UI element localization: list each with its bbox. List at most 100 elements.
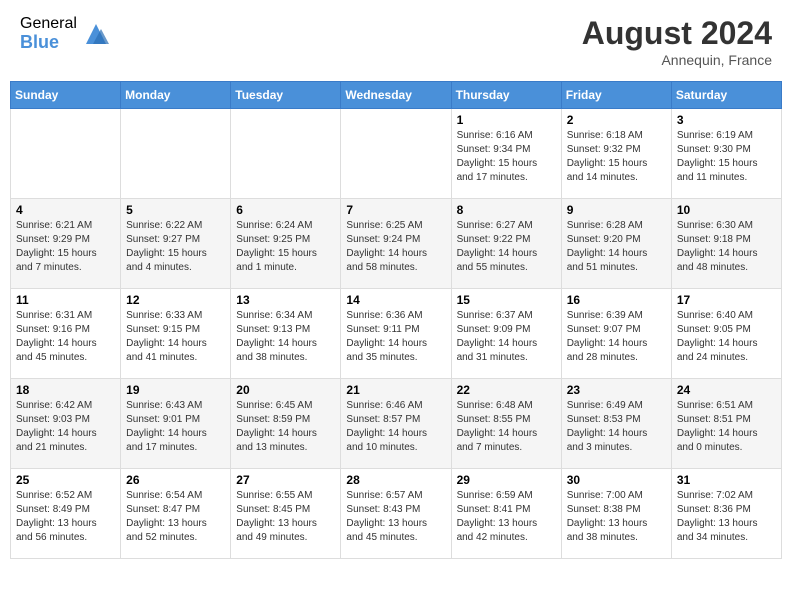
day-number: 30 [567, 473, 666, 487]
week-row-3: 11 Sunrise: 6:31 AMSunset: 9:16 PMDayligh… [11, 289, 782, 379]
day-number: 1 [457, 113, 556, 127]
logo-text: General Blue [20, 15, 77, 52]
day-number: 25 [16, 473, 115, 487]
calendar-cell: 31 Sunrise: 7:02 AMSunset: 8:36 PMDayligh… [671, 469, 781, 559]
calendar-cell: 14Sunrise: 6:36 AMSunset: 9:11 PMDayligh… [341, 289, 451, 379]
day-number: 5 [126, 203, 225, 217]
day-info: Sunrise: 6:55 AMSunset: 8:45 PMDaylight:… [236, 489, 335, 545]
calendar-cell: 25 Sunrise: 6:52 AMSunset: 8:49 PMDayligh… [11, 469, 121, 559]
month-year: August 2024 [582, 15, 772, 52]
calendar-body: 1 Sunrise: 6:16 AMSunset: 9:34 PMDaylight… [11, 109, 782, 559]
day-info: Sunrise: 6:28 AMSunset: 9:20 PMDaylight:… [567, 219, 666, 275]
day-info: Sunrise: 6:27 AMSunset: 9:22 PMDaylight:… [457, 219, 556, 275]
day-info: Sunrise: 6:42 AMSunset: 9:03 PMDaylight:… [16, 399, 115, 455]
day-info: Sunrise: 6:25 AMSunset: 9:24 PMDaylight:… [346, 219, 445, 275]
calendar-cell: 3Sunrise: 6:19 AMSunset: 9:30 PMDaylight… [671, 109, 781, 199]
calendar-cell: 1 Sunrise: 6:16 AMSunset: 9:34 PMDaylight… [451, 109, 561, 199]
weekday-header-tuesday: Tuesday [231, 82, 341, 109]
calendar-cell: 21Sunrise: 6:46 AMSunset: 8:57 PMDayligh… [341, 379, 451, 469]
calendar-cell: 17 Sunrise: 6:40 AMSunset: 9:05 PMDayligh… [671, 289, 781, 379]
day-number: 16 [567, 293, 666, 307]
day-number: 8 [457, 203, 556, 217]
calendar-cell: 19Sunrise: 6:43 AMSunset: 9:01 PMDayligh… [121, 379, 231, 469]
calendar-cell: 20 Sunrise: 6:45 AMSunset: 8:59 PMDayligh… [231, 379, 341, 469]
calendar-cell [121, 109, 231, 199]
day-number: 15 [457, 293, 556, 307]
day-number: 9 [567, 203, 666, 217]
day-info: Sunrise: 6:22 AMSunset: 9:27 PMDaylight:… [126, 219, 225, 275]
calendar-cell: 9 Sunrise: 6:28 AMSunset: 9:20 PMDaylight… [561, 199, 671, 289]
calendar-cell: 30Sunrise: 7:00 AMSunset: 8:38 PMDayligh… [561, 469, 671, 559]
day-number: 29 [457, 473, 556, 487]
day-number: 11 [16, 293, 115, 307]
calendar-cell: 26 Sunrise: 6:54 AMSunset: 8:47 PMDayligh… [121, 469, 231, 559]
location: Annequin, France [582, 52, 772, 68]
logo: General Blue [20, 15, 111, 52]
day-number: 10 [677, 203, 776, 217]
logo-general: General [20, 15, 77, 33]
day-info: Sunrise: 6:52 AMSunset: 8:49 PMDaylight:… [16, 489, 115, 545]
day-info: Sunrise: 6:51 AMSunset: 8:51 PMDaylight:… [677, 399, 776, 455]
day-number: 27 [236, 473, 335, 487]
day-info: Sunrise: 6:31 AMSunset: 9:16 PMDaylight:… [16, 309, 115, 365]
day-info: Sunrise: 6:21 AMSunset: 9:29 PMDaylight:… [16, 219, 115, 275]
day-info: Sunrise: 6:45 AMSunset: 8:59 PMDaylight:… [236, 399, 335, 455]
day-info: Sunrise: 6:39 AMSunset: 9:07 PMDaylight:… [567, 309, 666, 365]
calendar-cell: 18Sunrise: 6:42 AMSunset: 9:03 PMDayligh… [11, 379, 121, 469]
calendar-cell: 22Sunrise: 6:48 AMSunset: 8:55 PMDayligh… [451, 379, 561, 469]
logo-icon [81, 19, 111, 49]
day-info: Sunrise: 6:18 AMSunset: 9:32 PMDaylight:… [567, 129, 666, 185]
calendar-cell: 11 Sunrise: 6:31 AMSunset: 9:16 PMDayligh… [11, 289, 121, 379]
calendar-cell: 12 Sunrise: 6:33 AMSunset: 9:15 PMDayligh… [121, 289, 231, 379]
weekday-header-friday: Friday [561, 82, 671, 109]
day-info: Sunrise: 6:34 AMSunset: 9:13 PMDaylight:… [236, 309, 335, 365]
day-info: Sunrise: 6:40 AMSunset: 9:05 PMDaylight:… [677, 309, 776, 365]
day-info: Sunrise: 6:48 AMSunset: 8:55 PMDaylight:… [457, 399, 556, 455]
day-info: Sunrise: 6:16 AMSunset: 9:34 PMDaylight:… [457, 129, 556, 185]
calendar-cell: 23Sunrise: 6:49 AMSunset: 8:53 PMDayligh… [561, 379, 671, 469]
calendar-cell: 27 Sunrise: 6:55 AMSunset: 8:45 PMDayligh… [231, 469, 341, 559]
day-number: 31 [677, 473, 776, 487]
day-number: 4 [16, 203, 115, 217]
day-info: Sunrise: 6:19 AMSunset: 9:30 PMDaylight:… [677, 129, 776, 185]
day-number: 13 [236, 293, 335, 307]
day-info: Sunrise: 6:30 AMSunset: 9:18 PMDaylight:… [677, 219, 776, 275]
day-info: Sunrise: 6:33 AMSunset: 9:15 PMDaylight:… [126, 309, 225, 365]
day-number: 21 [346, 383, 445, 397]
day-info: Sunrise: 6:54 AMSunset: 8:47 PMDaylight:… [126, 489, 225, 545]
day-number: 17 [677, 293, 776, 307]
calendar-cell: 24Sunrise: 6:51 AMSunset: 8:51 PMDayligh… [671, 379, 781, 469]
calendar-cell: 16 Sunrise: 6:39 AMSunset: 9:07 PMDayligh… [561, 289, 671, 379]
day-info: Sunrise: 7:02 AMSunset: 8:36 PMDaylight:… [677, 489, 776, 545]
calendar-cell: 5 Sunrise: 6:22 AMSunset: 9:27 PMDaylight… [121, 199, 231, 289]
calendar-cell: 15Sunrise: 6:37 AMSunset: 9:09 PMDayligh… [451, 289, 561, 379]
calendar-cell: 29 Sunrise: 6:59 AMSunset: 8:41 PMDayligh… [451, 469, 561, 559]
calendar-header: SundayMondayTuesdayWednesdayThursdayFrid… [11, 82, 782, 109]
day-number: 14 [346, 293, 445, 307]
day-number: 26 [126, 473, 225, 487]
week-row-5: 25 Sunrise: 6:52 AMSunset: 8:49 PMDayligh… [11, 469, 782, 559]
calendar-cell [11, 109, 121, 199]
title-section: August 2024 Annequin, France [582, 15, 772, 68]
weekday-header-sunday: Sunday [11, 82, 121, 109]
calendar-cell: 2Sunrise: 6:18 AMSunset: 9:32 PMDaylight… [561, 109, 671, 199]
calendar-cell: 8 Sunrise: 6:27 AMSunset: 9:22 PMDaylight… [451, 199, 561, 289]
day-number: 20 [236, 383, 335, 397]
calendar-cell: 28Sunrise: 6:57 AMSunset: 8:43 PMDayligh… [341, 469, 451, 559]
calendar-cell: 13 Sunrise: 6:34 AMSunset: 9:13 PMDayligh… [231, 289, 341, 379]
calendar-cell [341, 109, 451, 199]
day-info: Sunrise: 6:59 AMSunset: 8:41 PMDaylight:… [457, 489, 556, 545]
calendar-cell: 7Sunrise: 6:25 AMSunset: 9:24 PMDaylight… [341, 199, 451, 289]
calendar-cell: 6Sunrise: 6:24 AMSunset: 9:25 PMDaylight… [231, 199, 341, 289]
week-row-2: 4 Sunrise: 6:21 AMSunset: 9:29 PMDaylight… [11, 199, 782, 289]
day-number: 23 [567, 383, 666, 397]
calendar-cell [231, 109, 341, 199]
calendar-cell: 4 Sunrise: 6:21 AMSunset: 9:29 PMDaylight… [11, 199, 121, 289]
weekday-header-saturday: Saturday [671, 82, 781, 109]
day-info: Sunrise: 6:24 AMSunset: 9:25 PMDaylight:… [236, 219, 335, 275]
weekday-header-monday: Monday [121, 82, 231, 109]
calendar-table: SundayMondayTuesdayWednesdayThursdayFrid… [10, 81, 782, 559]
day-number: 12 [126, 293, 225, 307]
page-header: General Blue August 2024 Annequin, Franc… [10, 10, 782, 73]
week-row-4: 18Sunrise: 6:42 AMSunset: 9:03 PMDayligh… [11, 379, 782, 469]
